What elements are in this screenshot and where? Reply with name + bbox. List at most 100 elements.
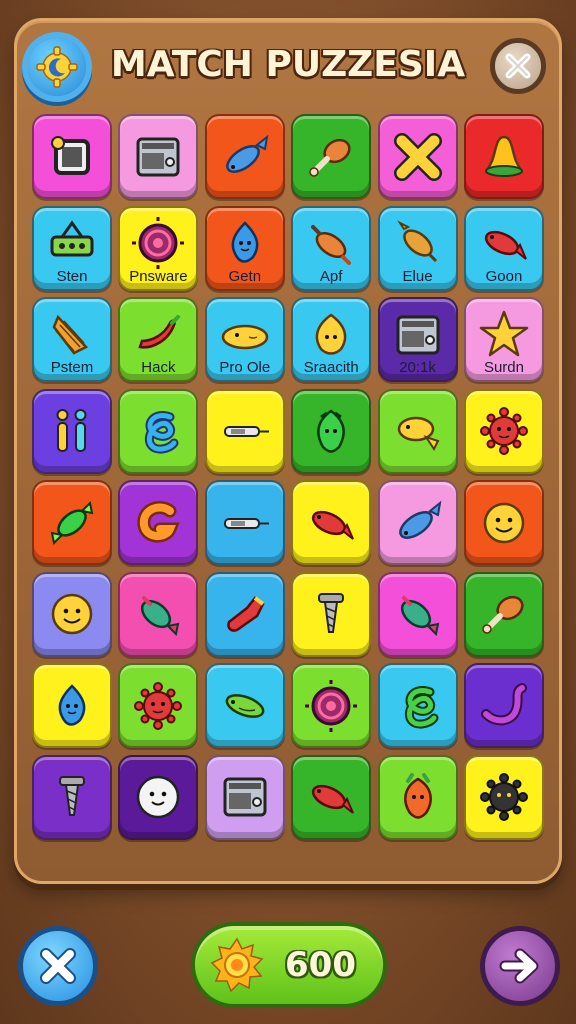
tile[interactable]: [377, 114, 458, 199]
star-icon: [476, 310, 532, 363]
green-fish-icon: [217, 678, 273, 734]
tile[interactable]: Hack: [118, 297, 199, 382]
next-button[interactable]: [480, 926, 560, 1006]
tile[interactable]: Goon: [463, 205, 544, 291]
tile[interactable]: Surdn: [463, 297, 544, 382]
tile[interactable]: [463, 663, 544, 748]
tile[interactable]: Pstem: [32, 297, 112, 382]
tile[interactable]: [377, 754, 458, 840]
ii-bars-icon: [44, 403, 100, 459]
green-candy-icon: [44, 495, 100, 551]
appliance-icon: [390, 315, 446, 363]
tile[interactable]: [204, 754, 285, 840]
tile-label: Apf: [319, 267, 343, 285]
tile[interactable]: [32, 480, 112, 565]
tile[interactable]: [463, 754, 544, 840]
tile[interactable]: [204, 663, 285, 748]
tile-label: Sraacith: [303, 359, 359, 376]
bell-icon: [476, 129, 532, 185]
blue-coil-icon: [130, 403, 186, 459]
green-coil-icon: [390, 678, 446, 734]
tile[interactable]: [32, 663, 112, 748]
tile[interactable]: [291, 663, 372, 748]
score-panel: 600: [191, 922, 387, 1008]
tile-label: Getn: [228, 267, 262, 285]
framed-box-icon: [44, 129, 100, 185]
red-sun-icon: [476, 403, 532, 459]
close-button[interactable]: [490, 38, 546, 94]
tile[interactable]: [118, 114, 199, 199]
tile[interactable]: [377, 388, 458, 474]
tile[interactable]: [291, 114, 372, 199]
tile[interactable]: Apf: [291, 205, 372, 291]
tile[interactable]: Sraacith: [291, 297, 372, 382]
purple-tentacle-icon: [476, 678, 532, 734]
red-fish-icon: [303, 769, 359, 825]
smiley-icon: [476, 495, 532, 551]
tile[interactable]: [32, 571, 112, 657]
yellow-drop-icon: [303, 312, 359, 363]
red-sun-icon: [130, 678, 186, 734]
chili-icon: [130, 314, 186, 363]
drill-icon: [303, 586, 359, 642]
tile[interactable]: [463, 571, 544, 657]
tile[interactable]: [118, 663, 199, 748]
tile[interactable]: Pro Ole: [204, 297, 285, 382]
tile-label: Elue: [402, 267, 433, 285]
tile-grid: Sten Pnsware Getn Apf Elue Goon Pstem Hack Pro O…: [32, 114, 544, 840]
tile[interactable]: [463, 480, 544, 565]
drill-icon: [44, 769, 100, 825]
red-fish-icon: [476, 225, 532, 271]
tile-label: Sten: [56, 267, 88, 285]
tile[interactable]: [118, 754, 199, 840]
tile[interactable]: [463, 388, 544, 474]
yellow-x-icon: [390, 129, 446, 185]
tile[interactable]: [118, 388, 199, 474]
tile[interactable]: [118, 480, 199, 565]
squid-icon: [390, 220, 446, 271]
tile[interactable]: [204, 571, 285, 657]
green-creature-icon: [303, 403, 359, 459]
purple-swirl-icon: [303, 678, 359, 734]
appliance-icon: [217, 769, 273, 825]
tile[interactable]: [377, 480, 458, 565]
orange-g-icon: [130, 495, 186, 551]
black-sun-icon: [476, 769, 532, 825]
tile-label: Pnsware: [129, 267, 188, 285]
close-icon: [505, 53, 531, 79]
score-value: 600: [285, 945, 356, 985]
tile[interactable]: Sten: [32, 205, 112, 291]
teal-fish-icon: [390, 586, 446, 642]
tile[interactable]: [204, 480, 285, 565]
tile[interactable]: [291, 754, 372, 840]
tile[interactable]: Elue: [377, 205, 458, 291]
tile[interactable]: Pnsware: [118, 205, 199, 291]
tile-label: Hack: [141, 359, 176, 376]
needle-icon: [217, 495, 273, 551]
red-fish-icon: [303, 495, 359, 551]
tile[interactable]: [377, 571, 458, 657]
tile[interactable]: Getn: [204, 205, 285, 291]
needle-icon: [217, 403, 273, 459]
arrow-right-icon: [499, 948, 539, 984]
teal-fish-icon: [130, 586, 186, 642]
tile[interactable]: [204, 388, 285, 474]
purple-swirl-icon: [130, 217, 186, 271]
appliance-icon: [130, 129, 186, 185]
tile-label: 20:1k: [399, 359, 436, 376]
tile[interactable]: [32, 114, 112, 199]
tile[interactable]: [291, 571, 372, 657]
blue-fish-icon: [390, 495, 446, 551]
tile[interactable]: [204, 114, 285, 199]
tile[interactable]: [463, 114, 544, 199]
tile-label: Surdn: [483, 359, 524, 376]
tile[interactable]: [291, 480, 372, 565]
tile[interactable]: 20:1k: [377, 297, 458, 382]
tile[interactable]: [291, 388, 372, 474]
tile[interactable]: [32, 388, 112, 474]
tile[interactable]: [377, 663, 458, 748]
tile[interactable]: [32, 754, 112, 840]
tile[interactable]: [118, 571, 199, 657]
tile-label: Pro Ole: [219, 359, 271, 376]
cancel-button[interactable]: [18, 926, 98, 1006]
